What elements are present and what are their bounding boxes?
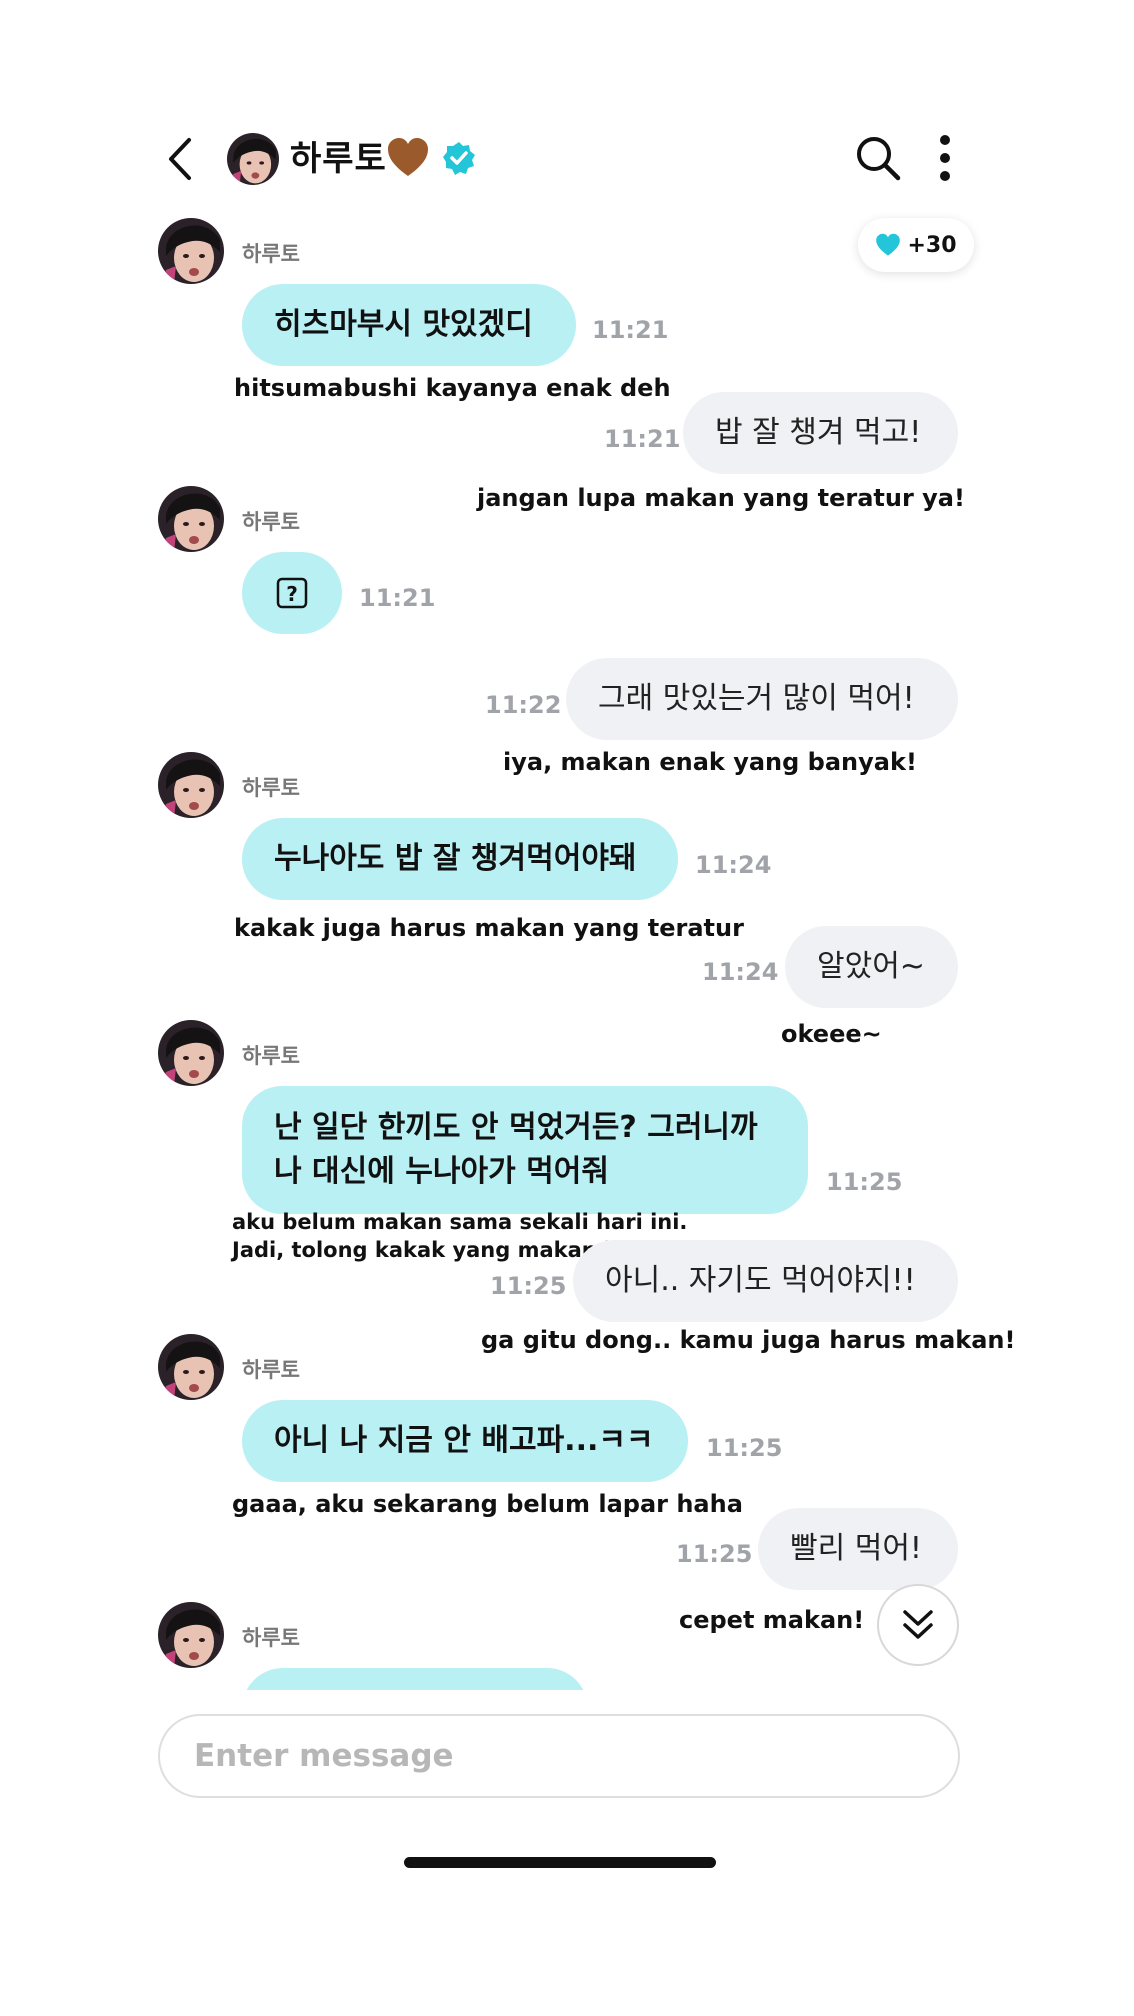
incoming-message-bubble[interactable]: 아니 나 지금 안 배고파...ㅋㅋ: [242, 1400, 688, 1482]
more-options-icon[interactable]: [937, 132, 953, 184]
cyan-heart-icon: [876, 233, 901, 256]
incoming-message-bubble[interactable]: 누나아도 밥 잘 챙겨먹어야돼: [242, 818, 678, 900]
scroll-to-bottom-button[interactable]: [877, 1584, 959, 1666]
verified-badge-icon: [443, 142, 475, 175]
double-chevron-down-icon: [903, 1610, 933, 1639]
sender-avatar[interactable]: [158, 1334, 224, 1400]
message-translation: okeee~: [781, 1020, 882, 1048]
incoming-message-bubble[interactable]: [242, 1668, 588, 1690]
message-time: 11:25: [706, 1434, 783, 1462]
message-time: 11:24: [695, 851, 772, 879]
sender-avatar[interactable]: [158, 752, 224, 818]
search-icon[interactable]: [855, 135, 901, 181]
reaction-count-pill[interactable]: +30: [858, 218, 974, 272]
outgoing-message-bubble[interactable]: 알았어~: [785, 926, 958, 1008]
message-time: 11:25: [676, 1540, 753, 1568]
message-input-placeholder: Enter message: [194, 1738, 454, 1774]
message-time: 11:21: [592, 316, 669, 344]
incoming-message-bubble[interactable]: 히츠마부시 맛있겠디: [242, 284, 576, 366]
reaction-count: +30: [907, 232, 957, 258]
message-time: 11:25: [490, 1272, 567, 1300]
message-time: 11:25: [826, 1168, 903, 1196]
message-translation: aku belum makan sama sekali hari ini.: [232, 1210, 688, 1234]
message-translation: cepet makan!: [679, 1606, 865, 1634]
message-translation: ga gitu dong.. kamu juga harus makan!: [481, 1326, 1016, 1354]
incoming-message-bubble[interactable]: ?: [242, 552, 342, 634]
sender-name: 하루토: [242, 776, 300, 800]
sender-avatar[interactable]: [158, 218, 224, 284]
sender-name: 하루토: [242, 242, 300, 266]
incoming-message-bubble[interactable]: 난 일단 한끼도 안 먹었거든? 그러니까 나 대신에 누나아가 먹어줘: [242, 1086, 808, 1214]
header-avatar[interactable]: [227, 133, 279, 185]
sender-avatar[interactable]: [158, 1602, 224, 1668]
message-translation: kakak juga harus makan yang teratur: [234, 914, 744, 942]
message-line: 나 대신에 누나아가 먹어줘: [274, 1154, 609, 1189]
message-time: 11:24: [702, 958, 779, 986]
outgoing-message-bubble[interactable]: 빨리 먹어!: [758, 1508, 958, 1590]
message-input[interactable]: Enter message: [158, 1714, 960, 1798]
back-arrow-icon[interactable]: [163, 134, 197, 184]
message-translation: iya, makan enak yang banyak!: [503, 748, 917, 776]
message-translation: hitsumabushi kayanya enak deh: [234, 374, 671, 402]
sender-avatar[interactable]: [158, 1020, 224, 1086]
sender-name: 하루토: [242, 1626, 300, 1650]
sender-avatar[interactable]: [158, 486, 224, 552]
home-indicator[interactable]: [404, 1857, 716, 1868]
svg-text:?: ?: [286, 582, 298, 606]
sender-name: 하루토: [242, 1358, 300, 1382]
outgoing-message-bubble[interactable]: 아니.. 자기도 먹어야지!!: [573, 1240, 958, 1322]
outgoing-message-bubble[interactable]: 밥 잘 챙겨 먹고!: [683, 392, 958, 474]
message-time: 11:21: [359, 584, 436, 612]
message-time: 11:21: [604, 425, 681, 453]
question-box-icon: ?: [276, 577, 308, 609]
message-clip: [242, 1668, 588, 1690]
outgoing-message-bubble[interactable]: 그래 맛있는거 많이 먹어!: [566, 658, 958, 740]
message-line: 난 일단 한끼도 안 먹었거든? 그러니까: [274, 1110, 758, 1145]
message-translation: jangan lupa makan yang teratur ya!: [477, 484, 965, 512]
brown-heart-icon: [388, 138, 428, 176]
message-translation: gaaa, aku sekarang belum lapar haha: [232, 1490, 743, 1518]
sender-name: 하루토: [242, 510, 300, 534]
sender-name: 하루토: [242, 1044, 300, 1068]
message-time: 11:22: [485, 691, 562, 719]
chat-title[interactable]: 하루토: [290, 133, 387, 185]
